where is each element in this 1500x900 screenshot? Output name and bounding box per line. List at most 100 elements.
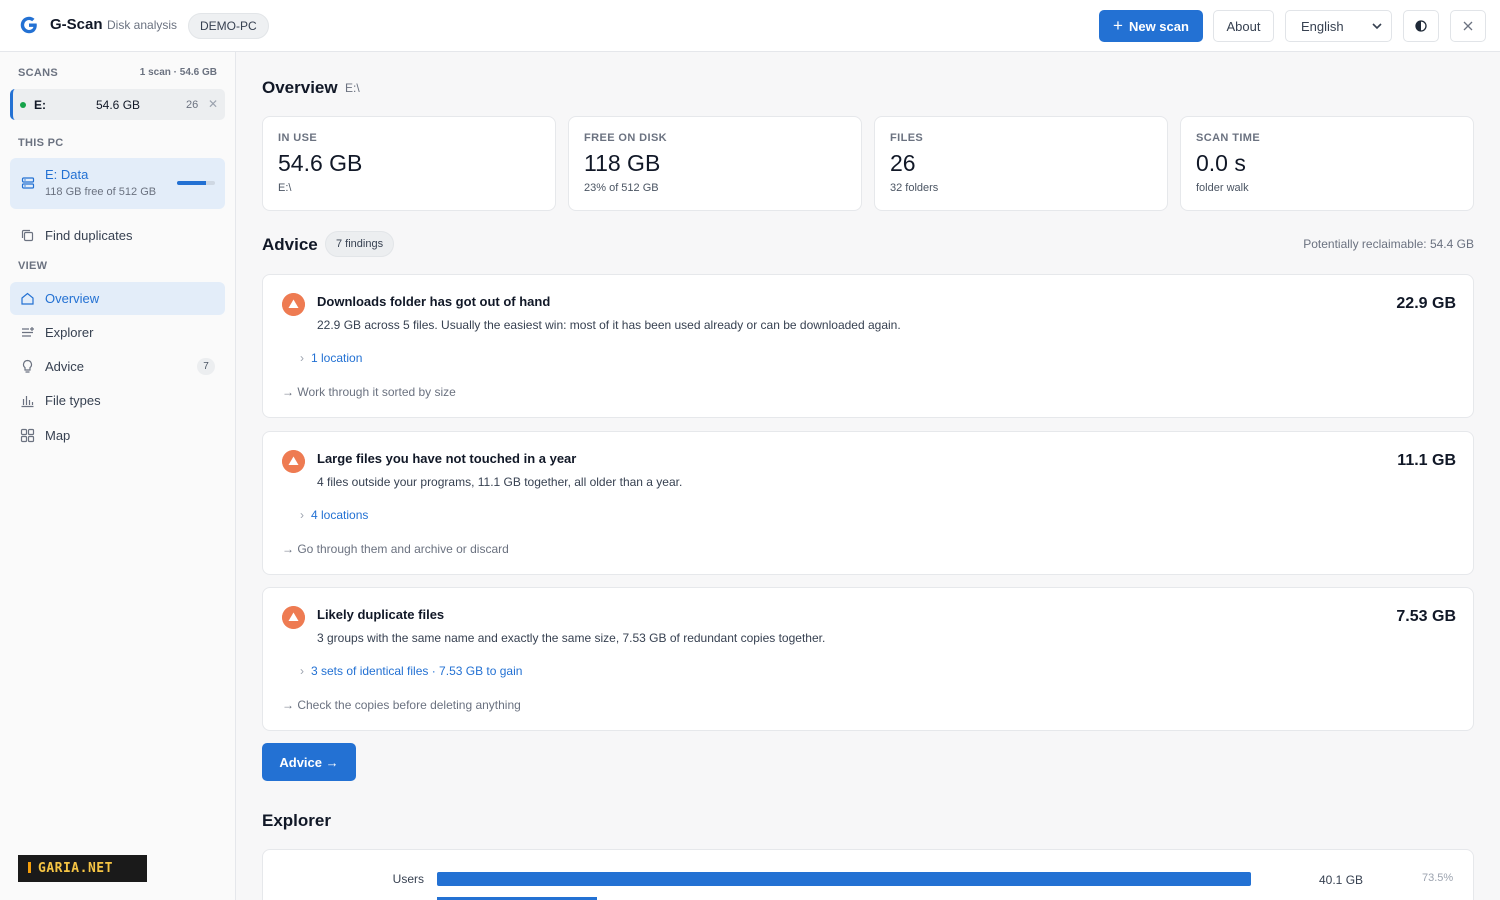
nav-overview[interactable]: Overview (10, 282, 225, 315)
advice-button[interactable]: Advice → (262, 743, 356, 781)
drive-name: E: Data (45, 167, 89, 182)
folder-percent: 73.5% (1422, 872, 1454, 884)
folder-size-bar[interactable] (437, 872, 1251, 886)
nav-explorer[interactable]: Explorer (10, 316, 225, 349)
stat-label: IN USE (278, 132, 318, 144)
stat-value: 118 GB (584, 150, 661, 176)
find-duplicates-link[interactable]: Find duplicates (10, 219, 225, 252)
stat-note: 32 folders (890, 182, 939, 194)
main-content[interactable]: Overview E:\ IN USE 54.6 GB E:\ FREE ON … (236, 52, 1500, 900)
finding-link-label: 1 location (311, 351, 363, 365)
warning-icon (282, 293, 305, 316)
advice-title: Advice (262, 235, 318, 254)
nav-map-label: Map (45, 428, 71, 443)
stat-label: FREE ON DISK (584, 132, 668, 144)
scan-drive: E: (34, 98, 46, 112)
finding-title: Likely duplicate files (317, 607, 445, 622)
chevron-right-icon: › (300, 351, 304, 365)
folder-size: 40.1 GB (1319, 873, 1364, 887)
overview-path: E:\ (345, 81, 360, 95)
bulb-icon (22, 359, 33, 373)
find-duplicates-label: Find duplicates (45, 228, 133, 243)
theme-toggle-button[interactable] (1403, 10, 1439, 42)
finding-card: Likely duplicate files 3 groups with the… (262, 587, 1474, 731)
scan-count: 26 (186, 99, 199, 111)
finding-card: Downloads folder has got out of hand 22.… (262, 274, 1474, 418)
bar-chart-icon (21, 396, 34, 408)
plus-icon: + (1113, 15, 1123, 35)
remove-scan-icon[interactable]: ✕ (208, 97, 218, 111)
about-button[interactable]: About (1213, 10, 1274, 42)
warning-icon (282, 450, 305, 473)
drive-usage-fill (177, 181, 207, 185)
reclaimable-summary: Potentially reclaimable: 54.4 GB (1303, 237, 1474, 251)
finding-action[interactable]: → Work through it sorted by size (282, 385, 456, 399)
findings-count-badge: 7 findings (325, 231, 395, 257)
drive-free: 118 GB free of 512 GB (45, 186, 157, 198)
view-heading: VIEW (18, 260, 48, 272)
drive-usage-bar (177, 181, 215, 185)
grid-icon (20, 428, 35, 443)
finding-size: 11.1 GB (1397, 452, 1456, 469)
contrast-icon (1415, 20, 1427, 32)
new-scan-label: New scan (1128, 18, 1189, 34)
finding-locations-toggle[interactable]: › 3 sets of identical files · 7.53 GB to … (300, 664, 522, 678)
finding-action[interactable]: → Check the copies before deleting anyth… (282, 698, 521, 712)
chevron-down-icon (1372, 23, 1382, 30)
nav-map[interactable]: Map (10, 419, 225, 452)
explorer-card: Users 40.1 GB 73.5% (262, 849, 1474, 900)
finding-action[interactable]: → Go through them and archive or discard (282, 542, 509, 556)
close-button[interactable] (1450, 10, 1486, 42)
finding-link-label: 3 sets of identical files · 7.53 GB to g… (311, 664, 523, 678)
status-dot (20, 102, 26, 108)
stat-note: folder walk (1196, 182, 1249, 194)
stat-value: 26 (890, 150, 916, 176)
stat-value: 0.0 s (1196, 150, 1246, 176)
new-scan-button[interactable]: + New scan (1099, 10, 1203, 42)
nav-overview-label: Overview (45, 291, 100, 306)
advice-count-badge: 7 (197, 358, 215, 375)
finding-description: 4 files outside your programs, 11.1 GB t… (317, 475, 683, 489)
finding-title: Large files you have not touched in a ye… (317, 451, 577, 466)
chevron-right-icon: › (300, 508, 304, 522)
folder-size-fill (437, 872, 1251, 886)
home-icon (21, 292, 34, 305)
stat-label: FILES (890, 132, 924, 144)
nav-file-types-label: File types (45, 393, 101, 408)
stat-value: 54.6 GB (278, 150, 363, 176)
finding-card: Large files you have not touched in a ye… (262, 431, 1474, 575)
nav-advice[interactable]: Advice 7 (10, 350, 225, 383)
stat-card-files: FILES 26 32 folders (874, 116, 1168, 211)
stat-card-free: FREE ON DISK 118 GB 23% of 512 GB (568, 116, 862, 211)
top-bar: G-Scan Disk analysis DEMO-PC + New scan … (0, 0, 1500, 52)
watermark-text: GARIA.NET (38, 861, 113, 876)
nav-advice-label: Advice (45, 359, 85, 374)
app-logo-icon (20, 16, 37, 34)
watermark-logo: GARIA.NET (18, 855, 147, 882)
scans-meta: 1 scan · 54.6 GB (139, 67, 217, 78)
finding-description: 3 groups with the same name and exactly … (317, 631, 826, 645)
overview-title: Overview (262, 78, 338, 97)
stat-card-scan-time: SCAN TIME 0.0 s folder walk (1180, 116, 1474, 211)
scan-size: 54.6 GB (96, 98, 141, 112)
list-icon (22, 327, 34, 337)
finding-locations-toggle[interactable]: › 1 location (300, 351, 362, 365)
finding-title: Downloads folder has got out of hand (317, 294, 551, 309)
watermark-mark (28, 862, 31, 873)
stat-card-in-use: IN USE 54.6 GB E:\ (262, 116, 556, 211)
sidebar: SCANS 1 scan · 54.6 GB E: 54.6 GB 26 ✕ T… (0, 52, 236, 900)
nav-file-types[interactable]: File types (10, 384, 225, 417)
explorer-title: Explorer (262, 811, 331, 830)
app-subtitle: Disk analysis (107, 18, 178, 32)
folder-name[interactable]: Users (393, 872, 424, 886)
stat-note: 23% of 512 GB (584, 182, 659, 194)
finding-link-label: 4 locations (311, 508, 369, 522)
copy-icon (21, 229, 34, 242)
language-select[interactable]: English (1285, 10, 1392, 42)
app-name: G-Scan (50, 16, 103, 33)
drive-item-e[interactable]: E: Data 118 GB free of 512 GB (10, 158, 225, 209)
scan-item-e[interactable]: E: 54.6 GB 26 ✕ (10, 89, 225, 120)
warning-icon (282, 606, 305, 629)
finding-locations-toggle[interactable]: › 4 locations (300, 508, 368, 522)
this-pc-heading: THIS PC (18, 137, 64, 149)
